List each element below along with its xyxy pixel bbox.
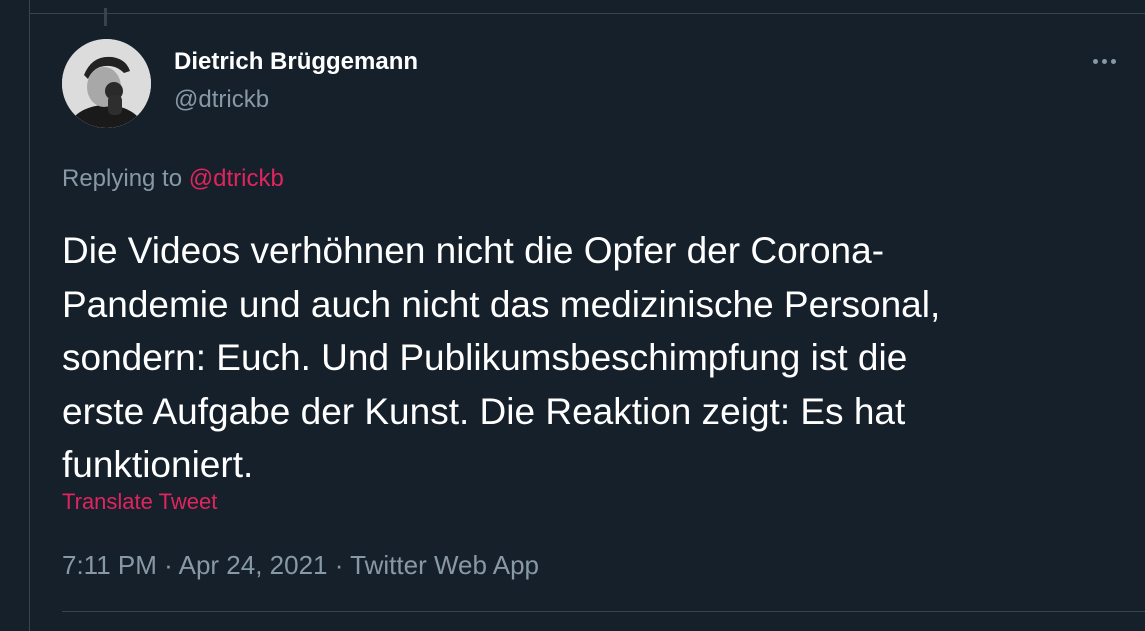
tweet-source[interactable]: Twitter Web App — [350, 550, 539, 580]
avatar[interactable] — [62, 39, 151, 128]
top-divider — [29, 13, 1145, 14]
author-handle[interactable]: @dtrickb — [174, 86, 269, 114]
bottom-divider — [62, 611, 1145, 612]
replying-to-label: Replying to — [62, 165, 183, 192]
tweet-text-line: erste Aufgabe der Kunst. Die Reaktion ze… — [62, 390, 906, 432]
meta-separator: · — [164, 550, 173, 580]
tweet-date[interactable]: Apr 24, 2021 — [179, 550, 328, 580]
tweet-text-line: Die Videos verhöhnen nicht die Opfer der… — [62, 230, 885, 271]
tweet-text: Die Videos verhöhnen nicht die Opfer der… — [62, 224, 1072, 492]
tweet-text-line: funktioniert. — [62, 444, 254, 485]
tweet-meta: 7:11 PM · Apr 24, 2021 · Twitter Web App — [62, 550, 539, 581]
author-name[interactable]: Dietrich Brüggemann — [174, 48, 418, 76]
replying-to: Replying to @dtrickb — [62, 165, 284, 193]
tweet-text-line: sondern: Euch. Und Publikumsbeschimpfung… — [62, 337, 908, 378]
tweet-text-line: Pandemie und auch nicht das medizinische… — [62, 283, 941, 325]
timeline-border-left — [29, 0, 30, 631]
avatar-image — [62, 39, 151, 128]
more-options-button[interactable] — [1086, 48, 1122, 74]
more-horizontal-icon — [1092, 58, 1098, 64]
meta-separator: · — [334, 550, 344, 580]
translate-tweet-link[interactable]: Translate Tweet — [62, 489, 217, 515]
thread-connector-line — [104, 8, 107, 26]
tweet-time[interactable]: 7:11 PM — [62, 550, 157, 580]
reply-mention-link[interactable]: @dtrickb — [189, 165, 284, 192]
